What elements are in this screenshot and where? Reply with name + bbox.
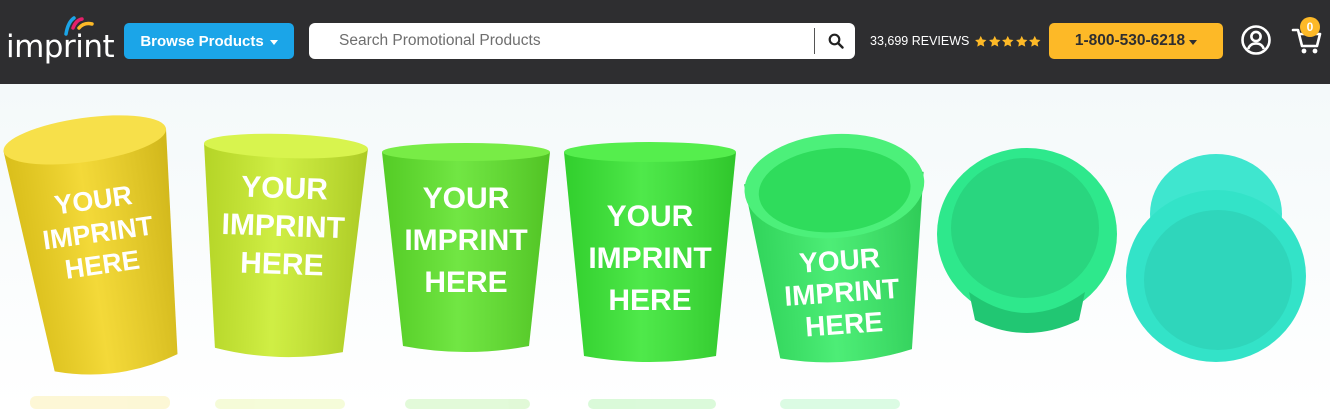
hero-banner: YOUR IMPRINT HERE YOUR IMPRINT HERE YOUR… [0,84,1330,409]
user-icon [1241,25,1271,55]
rating-stars [974,35,1042,48]
star-icon [988,35,1001,47]
caret-down-icon [269,39,278,45]
imprint-logo[interactable]: imprint [6,14,115,70]
account-button[interactable] [1240,24,1272,56]
search-divider [814,28,815,54]
cups-illustration: YOUR IMPRINT HERE YOUR IMPRINT HERE YOUR… [3,115,1306,409]
site-header: imprint Browse Products 33,699 REVIEWS 1… [0,0,1330,84]
cart-count-badge: 0 [1300,17,1320,37]
phone-number-button[interactable]: 1-800-530-6218 [1049,23,1223,59]
search-input[interactable] [323,23,813,59]
star-icon [1015,35,1028,47]
cups-reflection [30,396,900,409]
cup-green-3: YOUR IMPRINT HERE [744,133,925,363]
reviews-count: 33,699 REVIEWS [870,34,970,48]
search-button[interactable] [816,23,855,59]
cup-imprint-line-1: YOUR [798,242,881,279]
cup-imprint-line-3: HERE [804,306,884,342]
cup-imprint-line-3: HERE [424,266,507,299]
star-icon [975,35,987,47]
cup-teal-green [937,148,1117,333]
cup-imprint-line-2: IMPRINT [221,208,345,245]
browse-products-label: Browse Products [140,32,264,50]
cup-lime: YOUR IMPRINT HERE [204,133,368,358]
star-icon [1029,35,1041,47]
browse-products-button[interactable]: Browse Products [124,23,294,59]
caret-down-icon [1189,39,1198,45]
search-bar [309,23,855,59]
cup-imprint-line-1: YOUR [423,182,510,215]
phone-number-label: 1-800-530-6218 [1074,32,1186,49]
cup-imprint-line-3: HERE [240,247,324,283]
cup-imprint-line-1: YOUR [241,171,329,207]
star-icon [1002,35,1014,47]
cup-imprint-line-2: IMPRINT [588,242,711,275]
cup-green-2: YOUR IMPRINT HERE [564,142,736,362]
cup-imprint-line-2: IMPRINT [404,224,527,257]
logo-wordmark: imprint [6,29,115,65]
reviews-summary[interactable]: 33,699 REVIEWS [870,33,1042,49]
cup-imprint-line-1: YOUR [607,200,694,233]
search-icon [828,33,844,49]
cup-yellow: YOUR IMPRINT HERE [3,115,178,375]
cup-imprint-line-3: HERE [608,284,691,317]
cup-aqua [1126,154,1306,362]
cup-green-1: YOUR IMPRINT HERE [382,143,550,352]
